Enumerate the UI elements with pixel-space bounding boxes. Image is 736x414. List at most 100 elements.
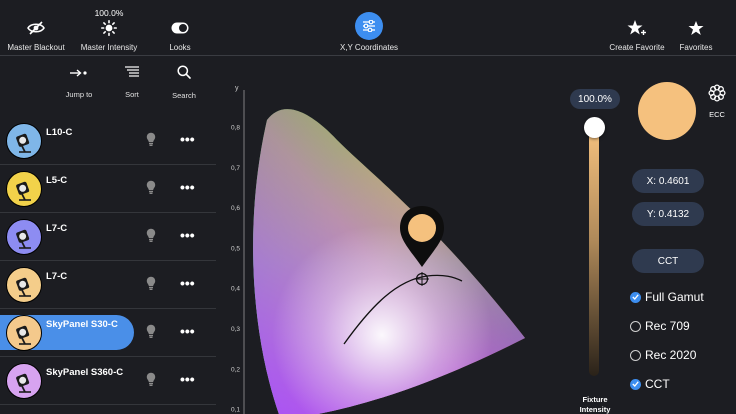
fixture-list: L10-C ••• L5-C ••• L7-C ••• L7-C ••• SkyPanel S3… (0, 117, 216, 405)
sort-button[interactable]: Sort (118, 65, 146, 99)
y-tick-label: 0,8 (231, 125, 240, 132)
search-label: Search (172, 91, 196, 100)
fixture-avatar (6, 363, 42, 399)
flower-icon (708, 84, 726, 107)
fixture-light-icon (16, 277, 31, 297)
fixture-name: L10-C (46, 127, 73, 138)
y-tick-label: 0,2 (231, 366, 240, 373)
bulb-icon[interactable] (146, 228, 156, 248)
cie-chromaticity-chart[interactable]: y 0,8 0,7 0,6 0,5 0,4 0,3 0,2 0,1 (222, 80, 552, 414)
checkbox-empty-icon[interactable] (630, 349, 641, 361)
fixture-row[interactable]: L10-C ••• (0, 117, 216, 165)
fixture-avatar (6, 123, 42, 159)
ecc-button[interactable]: ECC (708, 84, 726, 119)
gamut-option[interactable]: Full Gamut (630, 290, 704, 304)
checkbox-checked-icon[interactable] (630, 378, 641, 390)
gamut-option-label: Rec 709 (645, 319, 690, 333)
fixture-row[interactable]: L7-C ••• (0, 261, 216, 309)
jump-to-button[interactable]: Jump to (62, 65, 96, 99)
bulb-icon[interactable] (146, 132, 156, 152)
more-options-icon[interactable]: ••• (180, 371, 195, 387)
sun-icon (101, 18, 117, 38)
color-swatch (638, 82, 696, 140)
y-tick-label: 0,6 (231, 205, 240, 212)
y-tick-label: 0,4 (231, 286, 240, 293)
bulb-icon[interactable] (146, 180, 156, 200)
sort-label: Sort (125, 90, 139, 99)
fixture-light-icon (16, 373, 31, 393)
ecc-label: ECC (709, 110, 725, 119)
fixture-row[interactable]: L5-C ••• (0, 165, 216, 213)
fixture-row[interactable]: SkyPanel S360-C ••• (0, 357, 216, 405)
fixture-name: L7-C (46, 271, 68, 282)
master-intensity-value: 100.0% (94, 8, 124, 18)
jump-to-label: Jump to (65, 90, 93, 99)
bulb-icon[interactable] (146, 276, 156, 296)
y-tick-labels: 0,8 0,7 0,6 0,5 0,4 0,3 0,2 0,1 (231, 125, 240, 414)
fixture-name: SkyPanel S30-C (46, 319, 118, 330)
search-icon (177, 65, 191, 84)
fixture-avatar (6, 267, 42, 303)
fixture-light-icon (16, 229, 31, 249)
y-tick-label: 0,7 (231, 165, 240, 172)
list-tools: Jump to Sort Search (0, 57, 216, 104)
eye-slash-icon (27, 18, 45, 38)
gamut-option[interactable]: CCT (630, 377, 670, 391)
top-toolbar: Master Blackout 100.0% Master Intensity (0, 0, 736, 56)
fixture-intensity-slider[interactable] (589, 128, 599, 376)
fixture-light-icon (16, 325, 31, 345)
favorites-button[interactable]: Favorites (676, 0, 716, 56)
create-favorite-label: Create Favorite (609, 43, 665, 52)
y-axis-label: y (235, 85, 239, 92)
search-button[interactable]: Search (169, 65, 199, 100)
fixture-intensity-value: 100.0% (570, 89, 620, 109)
fixture-name: L7-C (46, 223, 68, 234)
fixture-avatar (6, 315, 42, 351)
star-plus-icon (627, 18, 647, 38)
more-options-icon[interactable]: ••• (180, 323, 195, 339)
master-blackout-label: Master Blackout (7, 43, 65, 52)
y-tick-label: 0,1 (231, 407, 240, 414)
more-options-icon[interactable]: ••• (180, 275, 195, 291)
gamut-option[interactable]: Rec 2020 (630, 348, 696, 362)
gamut-area (253, 109, 526, 414)
gamut-option-label: Rec 2020 (645, 348, 697, 362)
master-blackout-button[interactable]: Master Blackout (0, 0, 72, 56)
gamut-option-label: CCT (645, 377, 670, 391)
fixture-panel: Jump to Sort Search L10-C ••• L5-C ••• L… (0, 57, 216, 414)
gamut-option[interactable]: Rec 709 (630, 319, 690, 333)
fixture-light-icon (16, 181, 31, 201)
more-options-icon[interactable]: ••• (180, 179, 195, 195)
toggle-icon (171, 18, 189, 38)
fixture-row[interactable]: L7-C ••• (0, 213, 216, 261)
checkbox-empty-icon[interactable] (630, 320, 641, 332)
fixture-avatar (6, 219, 42, 255)
fixture-intensity-label: Fixture Intensity (579, 395, 611, 414)
fixture-avatar (6, 171, 42, 207)
arrow-right-icon (69, 65, 89, 83)
master-intensity-label: Master Intensity (80, 43, 138, 52)
more-options-icon[interactable]: ••• (180, 131, 195, 147)
cct-button[interactable]: CCT (632, 249, 704, 273)
gamut-option-label: Full Gamut (645, 290, 704, 304)
bulb-icon[interactable] (146, 372, 156, 392)
checkbox-checked-icon[interactable] (630, 291, 641, 303)
create-favorite-button[interactable]: Create Favorite (606, 0, 668, 56)
looks-label: Looks (169, 43, 191, 52)
y-tick-label: 0,5 (231, 245, 240, 252)
bulb-icon[interactable] (146, 324, 156, 344)
sort-icon (124, 65, 140, 83)
fixture-name: L5-C (46, 175, 68, 186)
star-icon (688, 18, 704, 38)
fixture-name: SkyPanel S360-C (46, 367, 124, 378)
y-value-field[interactable]: Y: 0.4132 (632, 202, 704, 226)
more-options-icon[interactable]: ••• (180, 227, 195, 243)
x-value-field[interactable]: X: 0.4601 (632, 169, 704, 193)
sliders-icon (355, 12, 383, 40)
looks-button[interactable]: Looks (160, 0, 200, 56)
xy-coordinates-button[interactable]: X,Y Coordinates (330, 0, 408, 56)
fixture-row[interactable]: SkyPanel S30-C ••• (0, 309, 216, 357)
master-intensity-button[interactable]: 100.0% Master Intensity (74, 0, 144, 56)
fixture-intensity-slider-thumb[interactable] (584, 117, 605, 138)
fixture-light-icon (16, 133, 31, 153)
